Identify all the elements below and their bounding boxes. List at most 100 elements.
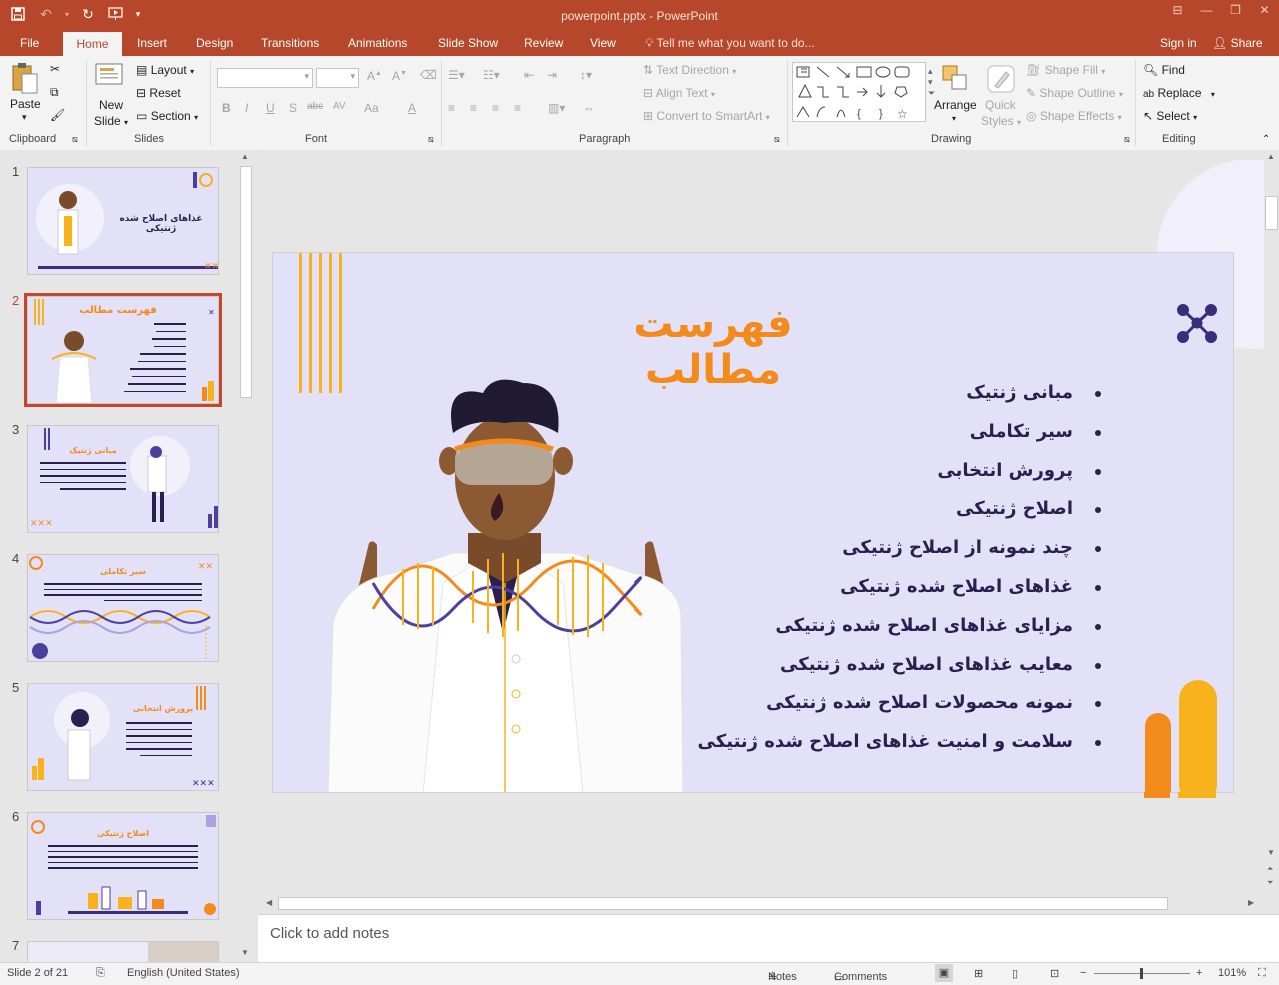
scroll-up-icon[interactable]: ▲ (241, 152, 249, 161)
align-text-button[interactable]: ⊟ Align Text ▾ (643, 86, 715, 100)
align-right-icon[interactable]: ≡ (492, 101, 499, 115)
shape-outline-button[interactable]: ✎ Shape Outline ▾ (1026, 86, 1123, 100)
align-left-icon[interactable]: ≡ (448, 101, 455, 115)
zoom-slider-thumb[interactable] (1140, 968, 1143, 979)
font-color-button[interactable]: A (408, 101, 416, 115)
slide-show-icon[interactable]: ⊡ (1050, 967, 1059, 980)
tab-insert[interactable]: Insert (137, 36, 167, 50)
justify-icon[interactable]: ≡ (514, 101, 521, 115)
slide-thumbnail-6[interactable]: اصلاح ژنتیکی (27, 812, 219, 920)
new-slide-label-2[interactable]: Slide ▾ (94, 114, 128, 128)
font-size-combo[interactable]: ▾ (316, 68, 359, 88)
normal-view-icon[interactable]: ▣ (935, 964, 953, 982)
sign-in-link[interactable]: Sign in (1160, 36, 1197, 50)
font-name-combo[interactable]: ▾ (217, 68, 313, 88)
increase-indent-icon[interactable]: ⇥ (547, 68, 557, 82)
tell-me-search[interactable]: 💡︎ Tell me what you want to do... (645, 36, 815, 51)
numbering-icon[interactable]: ☷▾ (483, 68, 500, 82)
restore-icon[interactable]: ❐ (1221, 0, 1250, 22)
layout-button[interactable]: ▤ Layout ▾ (136, 63, 194, 77)
shapes-gallery[interactable]: { } ☆ (792, 62, 926, 122)
reset-button[interactable]: ⊟ Reset (136, 86, 181, 100)
scrollbar-thumb[interactable] (278, 897, 1168, 910)
spell-check-icon[interactable]: ⎘ (96, 967, 105, 980)
tab-file[interactable]: File (20, 36, 39, 50)
scroll-up-icon[interactable]: ▲ (1267, 152, 1275, 161)
slide-thumbnail-2[interactable]: ✕ فهرست مطالب (24, 293, 222, 407)
slide-vertical-scrollbar[interactable]: ▲ ▼ ⏶ ⏷ (1264, 150, 1279, 892)
notes-placeholder[interactable]: Click to add notes (270, 925, 389, 942)
convert-smartart-button[interactable]: ⊞ Convert to SmartArt ▾ (643, 109, 770, 123)
cut-icon[interactable]: ✂ (50, 62, 60, 76)
collapse-ribbon-icon[interactable]: ⌃ (1262, 134, 1270, 145)
tab-view[interactable]: View (590, 36, 616, 50)
share-button[interactable]: 👤︎ Share (1212, 36, 1263, 50)
section-button[interactable]: ▭ Section ▾ (136, 109, 198, 123)
next-slide-icon[interactable]: ⏷ (1267, 878, 1273, 888)
thumbnails-scrollbar[interactable]: ▲ ▼ (238, 150, 254, 962)
zoom-out-icon[interactable]: − (1080, 967, 1086, 979)
slide-thumbnail-4[interactable]: ✕✕ سیر تکاملی (27, 554, 219, 662)
tab-animations[interactable]: Animations (348, 36, 407, 50)
fit-slide-icon[interactable]: ⛶ (1258, 967, 1266, 980)
paste-dropdown-icon[interactable]: ▾ (22, 112, 27, 123)
strikethrough-button[interactable]: abc (307, 101, 323, 112)
arrange-button[interactable]: Arrange (934, 98, 977, 112)
underline-button[interactable]: U (266, 101, 275, 115)
bullets-icon[interactable]: ☰▾ (448, 68, 465, 82)
scroll-left-icon[interactable]: ◀ (266, 898, 272, 907)
minimize-icon[interactable]: — (1192, 0, 1221, 22)
scrollbar-thumb[interactable] (240, 166, 252, 398)
tab-transitions[interactable]: Transitions (261, 36, 319, 50)
reading-view-icon[interactable]: ▯ (1012, 967, 1018, 980)
drawing-launcher-icon[interactable]: ⧅ (1124, 134, 1130, 145)
bullet-list[interactable]: مبانی ژنتیک سیر تکاملی پرورش انتخابی اصل… (698, 378, 1101, 766)
copy-icon[interactable]: ⧉ (50, 85, 59, 100)
bold-button[interactable]: B (222, 101, 231, 115)
previous-slide-icon[interactable]: ⏶ (1267, 864, 1273, 874)
clear-formatting-icon[interactable]: ⌫ (420, 68, 437, 82)
scroll-right-icon[interactable]: ▶ (1248, 898, 1254, 907)
tab-review[interactable]: Review (524, 36, 563, 50)
paragraph-launcher-icon[interactable]: ⧅ (774, 134, 780, 145)
clipboard-launcher-icon[interactable]: ⧅ (72, 134, 78, 145)
select-button[interactable]: ↖ Select ▾ (1143, 109, 1197, 123)
rtl-icon[interactable]: ⇔ (583, 101, 595, 115)
gallery-scroll-icon[interactable]: ▴ ▾ ⏷ (928, 66, 935, 99)
paste-button[interactable] (10, 62, 40, 99)
zoom-in-icon[interactable]: + (1196, 967, 1202, 979)
ribbon-display-options-icon[interactable]: ⊟ (1163, 0, 1192, 22)
find-button[interactable]: 🔍︎ Find (1143, 63, 1185, 77)
slide-sorter-icon[interactable]: ⊞ (974, 967, 983, 980)
align-center-icon[interactable]: ≡ (470, 101, 477, 115)
scrollbar-thumb[interactable] (1265, 196, 1278, 230)
decrease-indent-icon[interactable]: ⇤ (524, 68, 534, 82)
slide-canvas[interactable]: فهرست مطالب مبانی ژنتیک سیر تکاملی پرورش… (272, 252, 1234, 793)
scroll-down-icon[interactable]: ▼ (241, 948, 249, 957)
zoom-level[interactable]: 101% (1218, 967, 1246, 979)
slide-thumbnail-7[interactable] (27, 941, 219, 962)
increase-font-icon[interactable]: A▲ (367, 69, 382, 83)
line-spacing-icon[interactable]: ↕▾ (580, 68, 592, 82)
decrease-font-icon[interactable]: A▼ (392, 69, 407, 83)
columns-icon[interactable]: ▥▾ (548, 101, 565, 115)
text-shadow-button[interactable]: S (289, 101, 297, 115)
change-case-button[interactable]: Aa (364, 101, 379, 115)
new-slide-icon[interactable] (94, 60, 124, 93)
tab-home[interactable]: Home (63, 32, 122, 56)
slide-horizontal-scrollbar[interactable]: ◀ ▶ (262, 896, 1262, 912)
character-spacing-button[interactable]: AV (333, 101, 346, 112)
scroll-down-icon[interactable]: ▼ (1267, 848, 1275, 857)
slide-thumbnail-5[interactable]: ✕✕✕ پرورش انتخابی (27, 683, 219, 791)
tab-design[interactable]: Design (196, 36, 233, 50)
font-launcher-icon[interactable]: ⧅ (428, 134, 434, 145)
shape-fill-button[interactable]: ⛽︎ Shape Fill ▾ (1026, 63, 1105, 77)
language-indicator[interactable]: English (United States) (127, 967, 240, 979)
replace-button[interactable]: ab Replace ▾ (1143, 86, 1215, 100)
format-painter-icon[interactable]: 🖌︎ (50, 108, 65, 122)
quick-styles-label-2[interactable]: Styles ▾ (981, 114, 1021, 128)
quick-styles-icon[interactable] (986, 64, 1016, 97)
close-icon[interactable]: ✕ (1250, 0, 1279, 22)
text-direction-button[interactable]: ⇅ Text Direction ▾ (643, 63, 736, 77)
italic-button[interactable]: I (245, 101, 248, 115)
